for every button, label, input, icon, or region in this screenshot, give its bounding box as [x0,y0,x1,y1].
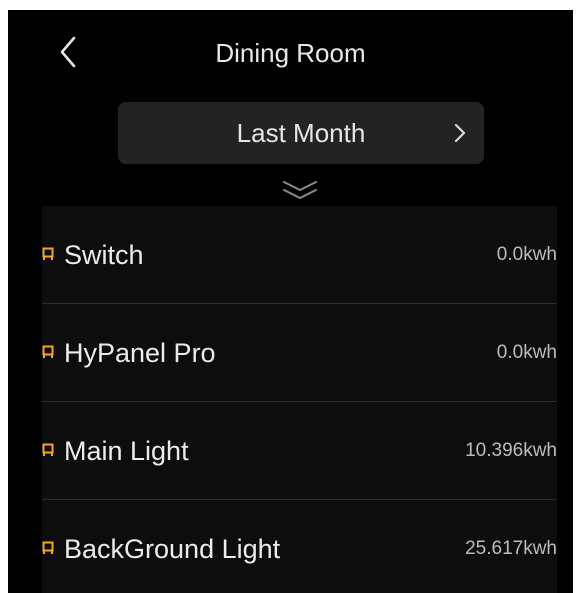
app-screen: Dining Room Last Month Switch 0.0kwh HyP… [8,10,573,593]
device-tag-icon [42,247,54,260]
device-name: Switch [64,240,144,270]
device-list: Switch 0.0kwh HyPanel Pro 0.0kwh Main Li… [42,206,557,593]
device-item-switch[interactable]: Switch 0.0kwh [42,206,557,304]
period-selector[interactable]: Last Month [118,102,484,164]
device-item-hypanel-pro[interactable]: HyPanel Pro 0.0kwh [42,304,557,402]
device-item-main-light[interactable]: Main Light 10.396kwh [42,402,557,500]
device-tag-icon [42,345,54,358]
period-label: Last Month [236,118,366,148]
device-usage: 0.0kwh [496,342,557,363]
device-usage: 25.617kwh [465,538,557,559]
device-name: HyPanel Pro [64,338,216,368]
page-title: Dining Room [215,38,366,68]
device-tag-icon [42,443,54,456]
device-usage: 0.0kwh [496,244,557,265]
device-item-background-light[interactable]: BackGround Light 25.617kwh [42,500,557,593]
device-tag-icon [42,541,54,554]
chevron-right-icon [454,123,466,143]
double-chevron-down-icon[interactable] [280,178,320,204]
device-name: Main Light [64,436,189,466]
device-name: BackGround Light [64,534,281,564]
device-usage: 10.396kwh [465,440,557,461]
